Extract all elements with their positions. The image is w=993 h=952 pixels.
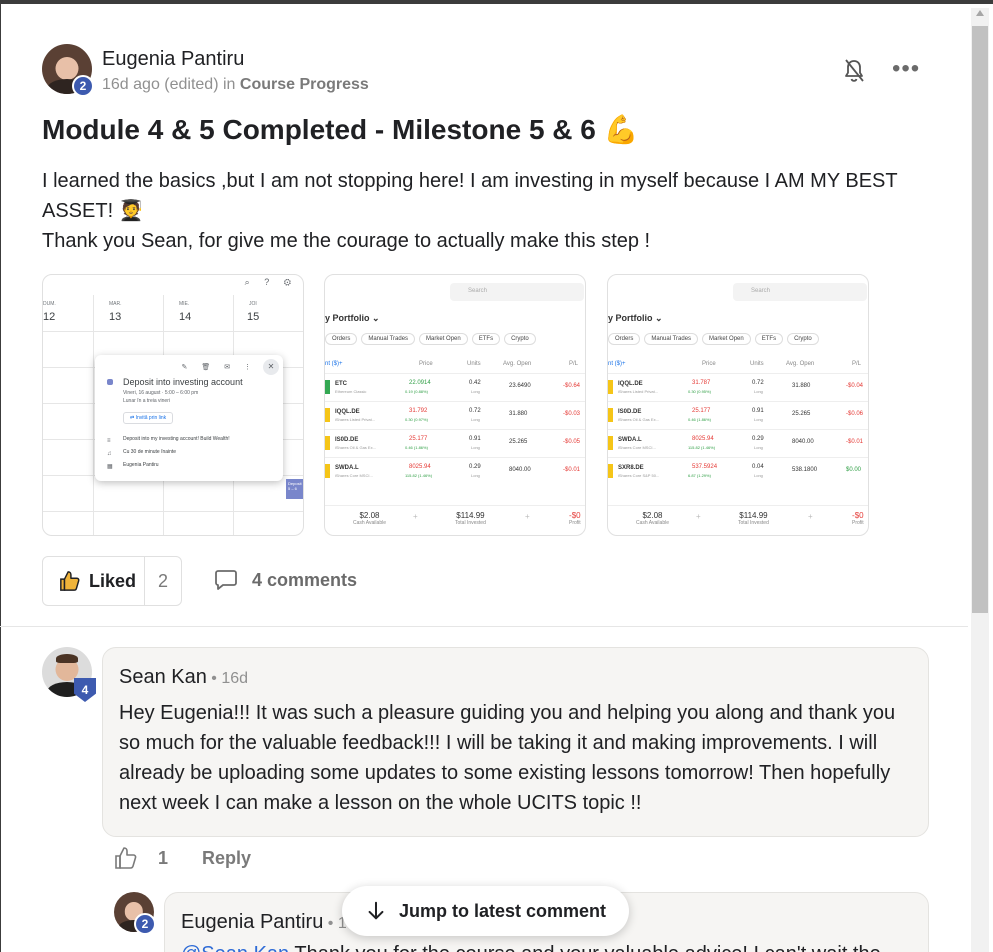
arrow-down-icon bbox=[368, 901, 384, 920]
comments-link[interactable]: 4 comments bbox=[214, 569, 357, 591]
jump-label: Jump to latest comment bbox=[398, 900, 607, 921]
close-icon: ✕ bbox=[263, 359, 279, 375]
holding-row: IQQL.DE iShares Listed Privat... 31.792 0.3… bbox=[325, 401, 585, 429]
asset-logo bbox=[325, 464, 330, 478]
comment-like-count: 1 bbox=[158, 847, 169, 868]
in-label: in bbox=[222, 76, 236, 93]
asset-logo bbox=[608, 464, 613, 478]
post-body: I learned the basics ,but I am not stopp… bbox=[42, 166, 922, 256]
comment-author[interactable]: Sean Kan bbox=[119, 666, 207, 688]
level-badge: 2 bbox=[134, 913, 156, 935]
post-meta: 16d ago (edited) in Course Progress bbox=[102, 76, 369, 94]
holding-row: IQQL.DE iShares Listed Privat... 31.787 0.3… bbox=[608, 373, 868, 401]
more-options-icon[interactable]: ••• bbox=[892, 57, 920, 81]
portfolio-footer: $2.08 Cash Available + $114.99 Total Inves… bbox=[608, 505, 868, 535]
asset-logo bbox=[325, 408, 330, 422]
filter-chips: Orders Manual Trades Market Open ETFs Crypto bbox=[325, 333, 540, 345]
holding-row: SXR8.DE iShares Core S&P 50... 537.5924 6.8… bbox=[608, 457, 868, 485]
search-input: Search bbox=[733, 283, 867, 301]
divider bbox=[0, 626, 968, 627]
thumbs-up-icon[interactable] bbox=[114, 846, 138, 870]
level-badge: 2 bbox=[72, 75, 94, 97]
portfolio-title: y Portfolio ⌄ bbox=[325, 313, 380, 323]
post-time: 16d ago (edited) bbox=[102, 76, 219, 93]
event-color-dot bbox=[107, 379, 113, 385]
category-link[interactable]: Course Progress bbox=[240, 76, 369, 93]
comment-text: Hey Eugenia!!! It was such a pleasure gu… bbox=[119, 702, 896, 814]
author-name[interactable]: Eugenia Pantiru bbox=[102, 48, 244, 71]
comments-count: 4 comments bbox=[252, 569, 358, 590]
calendar-day-number: 12 bbox=[43, 311, 56, 323]
post-body-line: I learned the basics ,but I am not stopp… bbox=[42, 170, 898, 222]
reply-header: Eugenia Pantiru • 1 bbox=[181, 911, 347, 934]
attachment-portfolio-1[interactable]: Search y Portfolio ⌄ Orders Manual Trades… bbox=[324, 274, 586, 536]
attachment-portfolio-2[interactable]: Search y Portfolio ⌄ Orders Manual Trades… bbox=[607, 274, 869, 536]
holding-row: SWDA.L iShares Core MSCI... 8025.94 115.82 … bbox=[608, 429, 868, 457]
comment-time: • 16d bbox=[206, 670, 249, 687]
holding-row: IS0D.DE iShares Oil & Gas Ex... 25.177 0.46… bbox=[325, 429, 585, 457]
like-label: Liked bbox=[89, 570, 137, 591]
post-body-line: Thank you Sean, for give me the courage … bbox=[42, 230, 651, 252]
comment-icon bbox=[215, 570, 237, 590]
event-title: Deposit into investing account bbox=[123, 377, 243, 387]
event-icons: ≡ ♫ ▦ bbox=[107, 438, 113, 470]
calendar-day-number: 15 bbox=[247, 311, 260, 323]
calendar-day-label: MAR. bbox=[109, 301, 122, 307]
holding-row: IS0D.DE iShares Oil & Gas Ex... 25.177 0.46… bbox=[608, 401, 868, 429]
asset-logo bbox=[325, 436, 330, 450]
calendar-toolbar-icons: ⌕ ? ⚙ bbox=[244, 277, 297, 287]
event-side-chip: Deposit 5 – 6 bbox=[286, 479, 303, 499]
scroll-up-arrow-icon[interactable] bbox=[976, 10, 984, 16]
hair bbox=[56, 654, 78, 663]
reply-text: @Sean Kan Thank you for the course and y… bbox=[181, 943, 881, 952]
reply-button[interactable]: Reply bbox=[202, 848, 251, 869]
scrollbar[interactable] bbox=[971, 8, 989, 952]
event-date: Vineri, 16 august · 5:00 – 6:00 pm bbox=[123, 390, 199, 396]
comment-actions: 1 Reply bbox=[114, 846, 251, 870]
invite-link-chip: ⇄ Invită prin link bbox=[123, 412, 174, 424]
event-reminder: Cu 30 de minute înainte bbox=[123, 449, 177, 455]
thumbs-up-icon bbox=[60, 571, 80, 591]
post-title: Module 4 & 5 Completed - Milestone 5 & 6… bbox=[42, 114, 639, 145]
asset-logo bbox=[325, 380, 330, 394]
asset-logo bbox=[608, 436, 613, 450]
holding-row: SWDA.L iShares Core MSCI... 8025.94 115.82 … bbox=[325, 457, 585, 485]
attachment-calendar[interactable]: ⌕ ? ⚙ DUM. MAR. MIE. JOI 12 13 14 15 ✎ 🗑… bbox=[42, 274, 304, 536]
scrollbar-thumb[interactable] bbox=[972, 26, 988, 613]
calendar-day-label: MIE. bbox=[179, 301, 190, 307]
comment-header: Sean Kan • 16d bbox=[119, 666, 248, 689]
filter-chips: Orders Manual Trades Market Open ETFs Crypto bbox=[608, 333, 823, 345]
like-count[interactable]: 2 bbox=[145, 571, 181, 592]
calendar-event-card: ✎ 🗑 ✉ ⋮ ✕ Deposit into investing account… bbox=[95, 355, 283, 481]
calendar-day-label: JOI bbox=[249, 301, 257, 307]
like-toggle[interactable]: Liked bbox=[43, 557, 145, 605]
holding-row: ETC Ethereum Classic 22.0914 0.19 (0.88%) 0.… bbox=[325, 373, 585, 401]
portfolio-footer: $2.08 Cash Available + $114.99 Total Inves… bbox=[325, 505, 585, 535]
calendar-day-number: 14 bbox=[179, 311, 192, 323]
bell-off-icon[interactable] bbox=[842, 58, 866, 84]
event-repeat: Lunar în a treia vineri bbox=[123, 398, 170, 404]
like-button[interactable]: Liked 2 bbox=[42, 556, 182, 606]
comment: Sean Kan • 16d Hey Eugenia!!! It was suc… bbox=[102, 647, 929, 837]
asset-logo bbox=[608, 408, 613, 422]
search-input: Search bbox=[450, 283, 584, 301]
calendar-day-number: 13 bbox=[109, 311, 122, 323]
event-card-actions: ✎ 🗑 ✉ ⋮ bbox=[181, 364, 257, 371]
event-description: Deposit into my investing account! Build… bbox=[123, 436, 230, 442]
event-owner: Eugenia Pantiru bbox=[123, 462, 159, 468]
portfolio-title: y Portfolio ⌄ bbox=[608, 313, 663, 323]
jump-to-latest-button[interactable]: Jump to latest comment bbox=[342, 886, 629, 936]
calendar-day-label: DUM. bbox=[43, 301, 56, 307]
asset-logo bbox=[608, 380, 613, 394]
reply-author[interactable]: Eugenia Pantiru bbox=[181, 911, 323, 933]
mention-link[interactable]: @Sean Kan bbox=[181, 943, 289, 952]
